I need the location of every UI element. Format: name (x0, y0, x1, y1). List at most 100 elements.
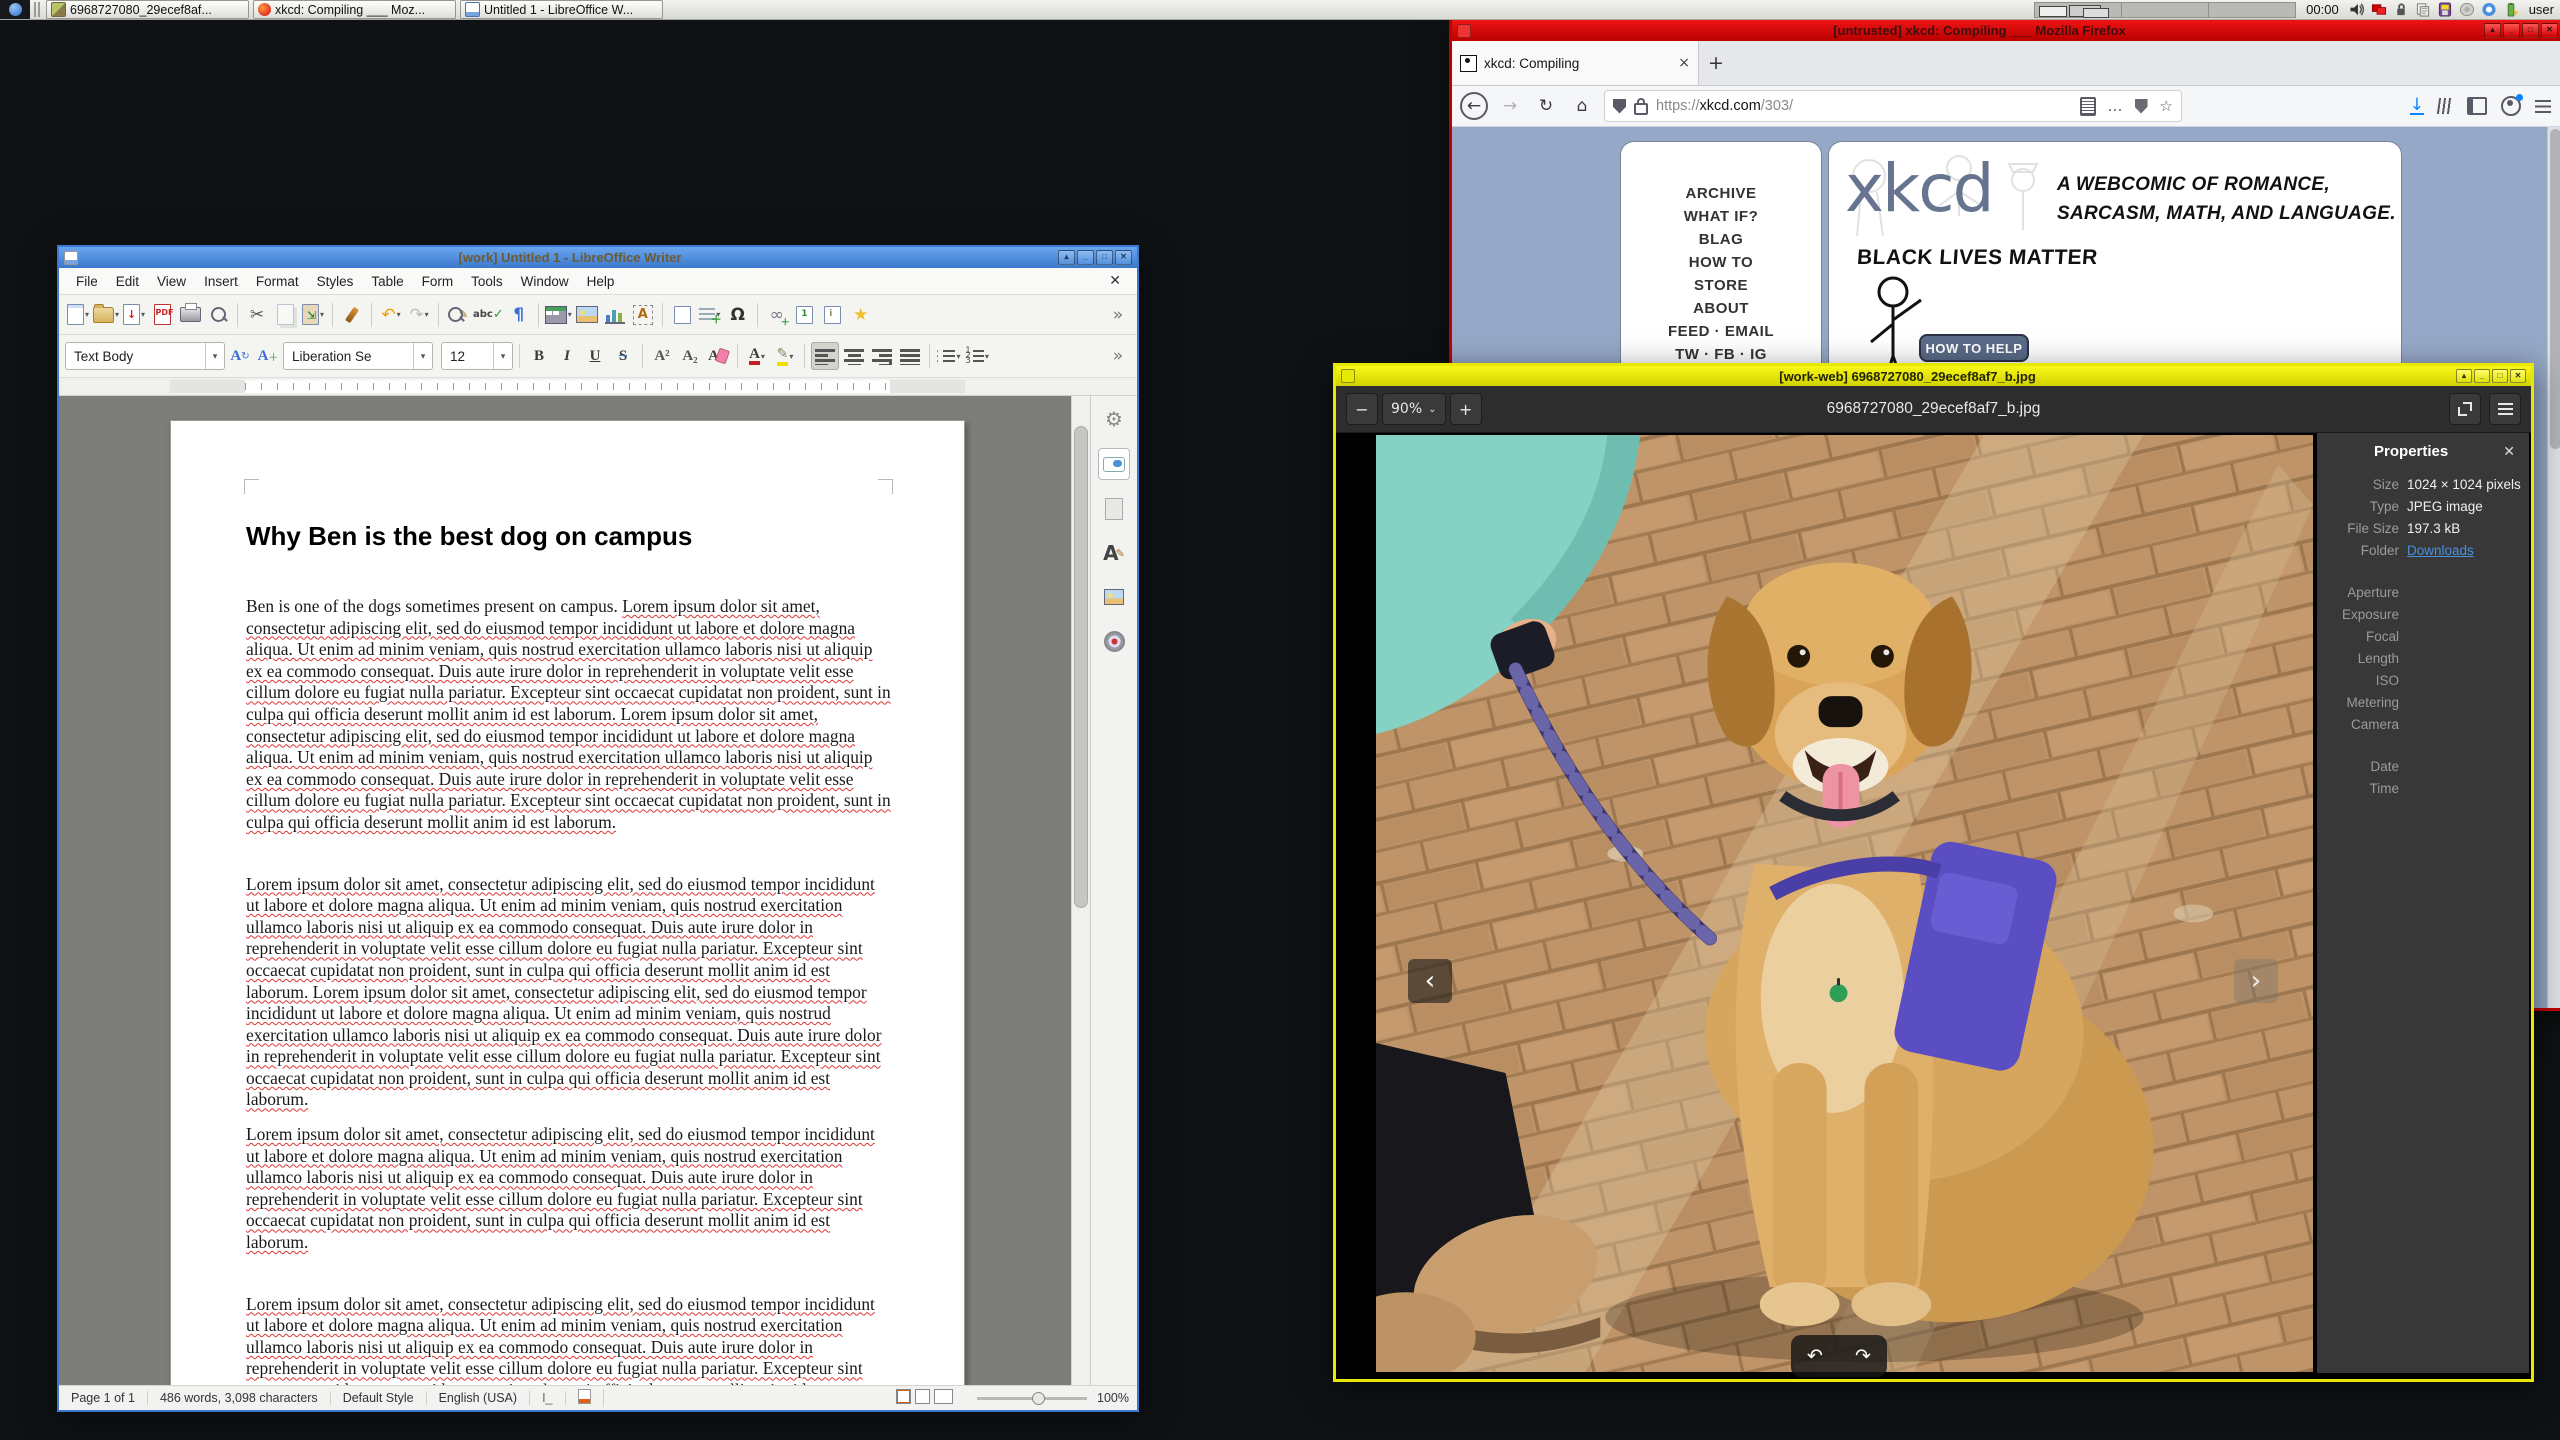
font-color-button[interactable]: A ▾ (744, 343, 770, 369)
xkcd-nav-blag[interactable]: BLAG (1621, 228, 1821, 251)
navigator-deck-icon[interactable] (1099, 626, 1129, 656)
maximize-button[interactable]: □ (2492, 369, 2508, 383)
volume-icon[interactable] (2349, 2, 2365, 17)
redo-button[interactable]: ↷ ▾ (406, 302, 432, 328)
qubes-manager-icon[interactable] (2481, 2, 2497, 17)
clear-formatting-button[interactable]: A (705, 343, 731, 369)
menu-styles[interactable]: Styles (308, 271, 363, 292)
battery-icon[interactable] (2503, 2, 2519, 17)
align-right-button[interactable] (869, 343, 895, 369)
save-status-icon[interactable] (566, 1389, 604, 1407)
superscript-button[interactable]: A² (649, 343, 675, 369)
rotate-right-button[interactable]: ↷ (1855, 1345, 1871, 1367)
clock[interactable]: 00:00 (2306, 2, 2339, 17)
qubes-domains-icon[interactable] (2371, 2, 2387, 17)
spell-check-button[interactable]: abc ✓ (473, 302, 504, 328)
insert-table-button[interactable]: ▾ (544, 302, 572, 328)
horizontal-ruler[interactable] (59, 378, 1137, 396)
tab-xkcd[interactable]: xkcd: Compiling × (1452, 41, 1699, 85)
zoom-percent[interactable]: 100% (1097, 1391, 1129, 1405)
justify-button[interactable] (897, 343, 923, 369)
bookmark-button[interactable]: ★ (848, 302, 874, 328)
maximize-button[interactable]: □ (1096, 250, 1113, 265)
folder-link[interactable]: Downloads (2407, 540, 2474, 562)
menu-insert[interactable]: Insert (195, 271, 247, 292)
disk-widget-icon[interactable] (2459, 2, 2475, 17)
qubes-menu-button[interactable] (0, 0, 30, 19)
library-icon[interactable] (2436, 98, 2455, 114)
previous-image-button[interactable]: ‹ (1408, 959, 1452, 1003)
page-count[interactable]: Page 1 of 1 (67, 1391, 148, 1405)
clipboard-widget-icon[interactable] (2415, 2, 2431, 17)
back-icon[interactable]: ← (1460, 92, 1488, 120)
align-left-button[interactable] (811, 342, 839, 370)
formatting-marks-button[interactable]: ¶ (506, 302, 532, 328)
xkcd-logo[interactable]: xkcd (1845, 150, 1994, 227)
document-page[interactable]: Why Ben is the best dog on campus Ben is… (170, 420, 965, 1385)
bullet-list-button[interactable]: ▾ (936, 343, 962, 369)
menu-edit[interactable]: Edit (107, 271, 148, 292)
view-layout-buttons[interactable] (882, 1389, 967, 1407)
menu-window[interactable]: Window (512, 271, 578, 292)
scrollbar-thumb[interactable] (2550, 129, 2560, 449)
tab-close-icon[interactable]: × (1678, 55, 1690, 71)
reader-mode-icon[interactable] (2079, 96, 2096, 116)
how-to-help-button[interactable]: HOW TO HELP (1919, 334, 2029, 362)
firefox-titlebar[interactable]: [untrusted] xkcd: Compiling ___ Mozilla … (1452, 20, 2560, 41)
taskbar-button-firefox[interactable]: xkcd: Compiling ___ Moz... (253, 0, 456, 19)
align-center-button[interactable] (841, 343, 867, 369)
export-pdf-button[interactable]: PDF (149, 302, 175, 328)
copy-button[interactable] (272, 302, 298, 328)
numbered-list-button[interactable]: 1 2 3 ▾ (964, 343, 990, 369)
close-document-icon[interactable]: ✕ (1101, 273, 1129, 289)
underline-button[interactable]: U (582, 343, 608, 369)
page-style[interactable]: Default Style (331, 1391, 427, 1405)
find-replace-button[interactable]: ✎ (445, 302, 471, 328)
document-scrollbar[interactable] (1071, 396, 1090, 1385)
zoom-slider[interactable] (977, 1391, 1088, 1405)
strikethrough-button[interactable]: S (610, 343, 636, 369)
paragraph-style-combo[interactable]: Text Body ▾ (65, 342, 225, 370)
xkcd-nav-archive[interactable]: ARCHIVE (1621, 182, 1821, 205)
open-button[interactable]: ▾ (93, 302, 119, 328)
text-language[interactable]: English (USA) (427, 1391, 531, 1405)
italic-button[interactable]: I (554, 343, 580, 369)
properties-deck-icon[interactable] (1098, 448, 1130, 480)
font-name-combo[interactable]: Liberation Se ▾ (283, 342, 433, 370)
menu-view[interactable]: View (148, 271, 195, 292)
subscript-button[interactable]: A₂ (677, 343, 703, 369)
xkcd-nav-how-to[interactable]: HOW TO (1621, 251, 1821, 274)
menu-form[interactable]: Form (413, 271, 463, 292)
shade-button[interactable]: ▴ (2456, 369, 2472, 383)
zoom-out-button[interactable]: − (1346, 393, 1378, 425)
menu-format[interactable]: Format (247, 271, 308, 292)
device-widget-icon[interactable] (2437, 2, 2453, 17)
document-area[interactable]: Why Ben is the best dog on campus Ben is… (59, 396, 1071, 1385)
close-button[interactable]: ✕ (2541, 23, 2558, 38)
insert-hyperlink-button[interactable]: ∞ ＋ (764, 302, 790, 328)
bold-button[interactable]: B (526, 343, 552, 369)
styles-deck-icon[interactable]: A ✎ (1099, 538, 1129, 568)
insert-mode[interactable]: I_ (530, 1391, 566, 1405)
account-icon[interactable] (2501, 94, 2523, 116)
next-image-button[interactable]: › (2234, 959, 2278, 1003)
page-break-button[interactable] (669, 302, 695, 328)
new-tab-button[interactable]: + (1699, 41, 1733, 85)
lock-icon[interactable] (1634, 97, 1648, 115)
font-size-combo[interactable]: 12 ▾ (441, 342, 513, 370)
shade-button[interactable]: ▴ (2484, 23, 2501, 38)
minimize-button[interactable]: _ (2503, 23, 2520, 38)
update-style-button[interactable]: A ↻ (227, 343, 253, 369)
new-style-button[interactable]: A ＋ (255, 343, 281, 369)
rotate-left-button[interactable]: ↶ (1807, 1345, 1823, 1367)
highlight-color-button[interactable]: ✎ ▾ (772, 343, 798, 369)
pocket-icon[interactable] (2134, 98, 2148, 114)
home-icon[interactable]: ⌂ (1568, 92, 1596, 120)
insert-footnote-button[interactable]: 1 (792, 302, 818, 328)
taskbar-button-image[interactable]: 6968727080_29ecef8af... (46, 0, 249, 19)
maximize-button[interactable]: □ (2522, 23, 2539, 38)
page-deck-icon[interactable] (1099, 494, 1129, 524)
workspace-3[interactable] (2209, 2, 2296, 17)
word-count[interactable]: 486 words, 3,098 characters (148, 1391, 331, 1405)
sidebar-icon[interactable] (2467, 97, 2487, 115)
